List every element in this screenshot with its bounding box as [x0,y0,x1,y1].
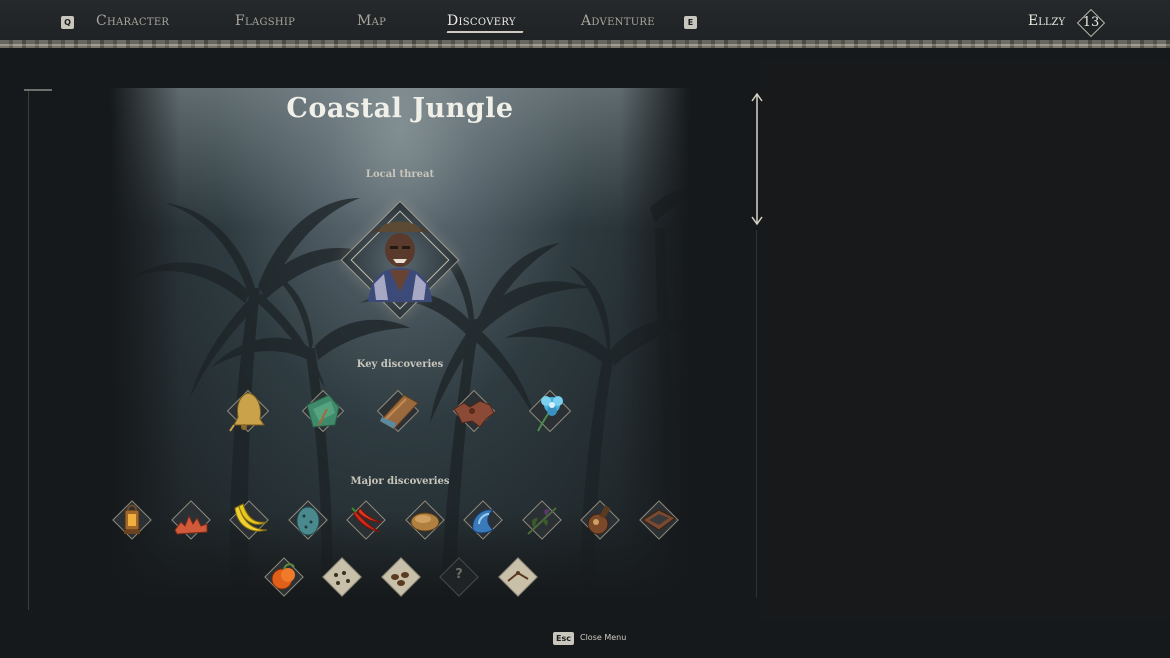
left-panel-tick [24,89,52,91]
local-threat-label: Local threat [365,169,435,180]
animal-hide-icon [453,400,495,428]
major-discovery-map-fragment-3[interactable] [494,553,542,601]
major-discovery-coral[interactable] [167,496,215,544]
herb-icon [527,507,557,535]
local-threat-portrait[interactable] [340,200,460,320]
coral-icon [174,514,208,535]
map-fragment-icon [507,571,529,582]
major-discovery-egg[interactable] [284,496,332,544]
major-discovery-crate[interactable] [635,496,683,544]
blue-crystal-icon [472,509,495,534]
major-discovery-crystal[interactable] [459,496,507,544]
left-panel-border [28,90,29,610]
tab-discovery[interactable]: Discovery [447,13,516,33]
prev-tab-key-hint: Q [61,16,74,29]
major-discovery-map-fragment-1[interactable] [318,553,366,601]
scroll-track [756,230,757,598]
question-mark-icon: ? [455,567,463,582]
tab-character[interactable]: Character [96,13,169,33]
major-discovery-lantern[interactable] [108,496,156,544]
pirate-captain-icon [368,221,432,302]
key-discovery-wood[interactable] [374,387,422,435]
tab-adventure[interactable]: Adventure [581,13,655,33]
lantern-icon [124,504,140,534]
egg-icon [296,506,320,536]
orange-fruit-icon [271,563,295,590]
major-discoveries-label: Major discoveries [350,476,450,487]
major-discovery-unknown[interactable]: ? [435,553,483,601]
major-discovery-bread[interactable] [401,496,449,544]
map-fragment-icon [391,572,409,586]
tab-map[interactable]: Map [357,13,386,33]
level-badge: 13 [1076,8,1106,38]
major-discovery-chili[interactable] [342,496,390,544]
bread-loaf-icon [410,512,440,532]
wood-plank-icon [379,394,419,430]
major-discovery-herb[interactable] [518,496,566,544]
blue-flower-icon [537,396,563,432]
active-tab-underline [446,31,524,33]
green-cloth-icon [306,394,340,428]
major-discovery-map-fragment-2[interactable] [377,553,425,601]
scroll-indicator[interactable] [750,92,764,226]
major-discovery-banana[interactable] [225,496,273,544]
chili-pepper-icon [351,507,383,533]
wooden-crate-icon [642,509,676,531]
torn-edge-decoration [0,40,1170,48]
top-navigation-bar: Q Character Flagship Map Discovery Adven… [0,0,1170,48]
major-discovery-orange-fruit[interactable] [260,553,308,601]
region-title: Coastal Jungle [286,93,514,124]
banana-icon [234,503,268,532]
player-name: Ellzy [1028,13,1066,29]
bottle-icon [587,505,611,535]
escape-key-hint: Esc [553,632,574,645]
level-number: 13 [1082,15,1100,30]
key-discovery-bell[interactable] [224,387,272,435]
key-discovery-cloth[interactable] [299,387,347,435]
next-tab-key-hint: E [684,16,697,29]
tab-flagship[interactable]: Flagship [235,13,295,33]
key-discoveries-label: Key discoveries [356,359,444,370]
close-menu-button[interactable]: Close Menu [580,633,626,642]
key-discovery-flower[interactable] [526,387,574,435]
brass-bell-icon [229,392,265,432]
right-empty-panel [760,60,1170,620]
key-discovery-hide[interactable] [450,387,498,435]
major-discovery-bottle[interactable] [576,496,624,544]
map-fragment-icon [334,571,350,585]
